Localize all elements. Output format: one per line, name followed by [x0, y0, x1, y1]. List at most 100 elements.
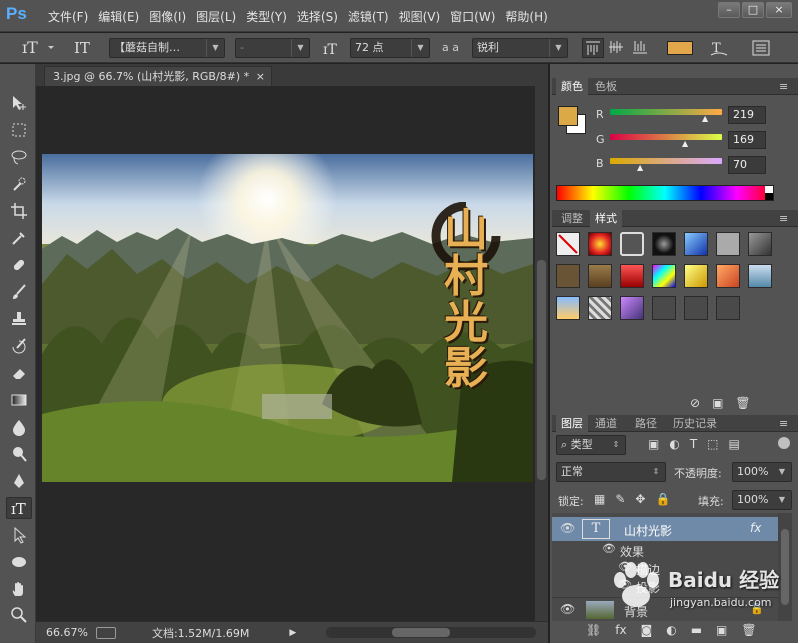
filter-pixel-icon[interactable]: ▣: [648, 437, 659, 451]
pen-tool[interactable]: [6, 470, 32, 492]
menu-type[interactable]: 类型(Y): [242, 8, 291, 25]
layer-name[interactable]: 背景: [624, 603, 648, 620]
font-style-select[interactable]: - ▼: [235, 38, 310, 58]
tab-color[interactable]: 颜色: [556, 78, 588, 95]
document-tab[interactable]: 3.jpg @ 66.7% (山村光影, RGB/8#) * ×: [44, 66, 272, 86]
style-swatch[interactable]: [556, 264, 580, 288]
style-swatch[interactable]: [748, 264, 772, 288]
maximize-button[interactable]: □: [742, 2, 764, 18]
text-layer-overlay[interactable]: 山 村 光 影: [430, 202, 502, 402]
color-spectrum-bar[interactable]: [556, 185, 774, 201]
visibility-eye-icon[interactable]: 👁: [560, 602, 575, 616]
filter-shape-icon[interactable]: ⬚: [707, 437, 718, 451]
lock-pixels-icon[interactable]: ✎: [615, 492, 625, 506]
style-swatch[interactable]: [684, 296, 708, 320]
eyedropper-tool[interactable]: [6, 227, 32, 249]
panel-menu-icon[interactable]: ≡: [774, 210, 793, 227]
lock-position-icon[interactable]: ✥: [635, 492, 645, 506]
visibility-eye-icon[interactable]: 👁: [618, 578, 632, 591]
crop-tool[interactable]: [6, 200, 32, 222]
menu-layer[interactable]: 图层(L): [192, 8, 240, 25]
style-swatch[interactable]: [588, 264, 612, 288]
style-swatch[interactable]: [748, 232, 772, 256]
r-value-input[interactable]: 219: [728, 106, 766, 124]
style-swatch[interactable]: [620, 296, 644, 320]
toggle-orientation-button[interactable]: IT: [70, 37, 94, 57]
filter-type-icon[interactable]: T: [690, 437, 697, 451]
tab-styles[interactable]: 样式: [590, 210, 622, 227]
tool-preset-picker[interactable]: ɪT: [20, 37, 56, 57]
font-size-select[interactable]: 72 点 ▼: [350, 38, 430, 58]
b-slider-track[interactable]: [610, 158, 722, 164]
zoom-level[interactable]: 66.67%: [46, 626, 88, 639]
style-none-swatch[interactable]: [556, 232, 580, 256]
zoom-tool[interactable]: [6, 604, 32, 626]
b-value-input[interactable]: 70: [728, 156, 766, 174]
move-tool[interactable]: [6, 92, 32, 114]
close-button[interactable]: ×: [766, 2, 792, 18]
link-layers-icon[interactable]: ⛓: [586, 623, 601, 637]
clear-style-icon[interactable]: ⊘: [690, 396, 700, 410]
shape-tool[interactable]: [6, 551, 32, 573]
marquee-tool[interactable]: [6, 119, 32, 141]
align-top-button[interactable]: [582, 38, 604, 58]
healing-brush-tool[interactable]: [6, 254, 32, 276]
visibility-eye-icon[interactable]: 👁: [618, 560, 632, 573]
blend-mode-select[interactable]: 正常 ⇕: [556, 462, 666, 482]
menu-select[interactable]: 选择(S): [293, 8, 342, 25]
delete-style-icon[interactable]: 🗑: [735, 396, 750, 410]
layers-scrollbar[interactable]: [778, 513, 792, 621]
tab-paths[interactable]: 路径: [630, 415, 662, 432]
text-color-swatch[interactable]: [667, 41, 693, 55]
eraser-tool[interactable]: [6, 362, 32, 384]
clone-stamp-tool[interactable]: [6, 308, 32, 330]
lock-transparency-icon[interactable]: ▦: [594, 492, 605, 506]
menu-window[interactable]: 窗口(W): [446, 8, 499, 25]
status-toggle-icon[interactable]: [95, 626, 116, 639]
dodge-tool[interactable]: [6, 443, 32, 465]
style-swatch[interactable]: [716, 264, 740, 288]
menu-image[interactable]: 图像(I): [145, 8, 190, 25]
effects-row[interactable]: 👁 效果: [552, 541, 778, 559]
menu-view[interactable]: 视图(V): [395, 8, 445, 25]
panel-menu-icon[interactable]: ≡: [774, 78, 793, 95]
font-family-select[interactable]: 【蘑菇自制… ▼: [109, 38, 225, 58]
style-swatch[interactable]: [684, 232, 708, 256]
align-center-button[interactable]: [606, 38, 628, 58]
brush-tool[interactable]: [6, 281, 32, 303]
horizontal-scrollbar-thumb[interactable]: [392, 628, 450, 637]
tab-layers[interactable]: 图层: [556, 415, 588, 432]
visibility-eye-icon[interactable]: 👁: [602, 542, 616, 555]
delete-layer-icon[interactable]: 🗑: [741, 623, 756, 637]
character-panel-button[interactable]: [750, 38, 772, 58]
fill-input[interactable]: 100% ▼: [732, 490, 792, 510]
close-tab-icon[interactable]: ×: [256, 67, 265, 86]
add-style-icon[interactable]: fx: [615, 623, 626, 637]
layers-scrollbar-thumb[interactable]: [781, 529, 789, 605]
warp-text-button[interactable]: T: [708, 38, 730, 58]
style-swatch[interactable]: [652, 264, 676, 288]
g-slider-thumb-icon[interactable]: ▲: [682, 139, 688, 148]
background-layer-row[interactable]: 👁 背景 🔒: [552, 597, 778, 621]
b-slider-thumb-icon[interactable]: ▲: [637, 163, 643, 172]
adjustment-layer-icon[interactable]: ◐: [666, 623, 676, 637]
quick-select-tool[interactable]: [6, 173, 32, 195]
blur-tool[interactable]: [6, 416, 32, 438]
lasso-tool[interactable]: [6, 146, 32, 168]
g-slider-track[interactable]: [610, 134, 722, 140]
black-white-ramp[interactable]: [765, 186, 773, 200]
style-swatch-selected[interactable]: [620, 232, 644, 256]
status-menu-arrow-icon[interactable]: ▶: [289, 628, 296, 638]
drop-shadow-row[interactable]: 👁 投影: [552, 577, 778, 595]
foreground-color-swatch[interactable]: [558, 106, 578, 126]
menu-filter[interactable]: 滤镜(T): [344, 8, 393, 25]
fx-badge[interactable]: fx: [750, 521, 761, 535]
style-swatch[interactable]: [588, 296, 612, 320]
style-swatch[interactable]: [716, 232, 740, 256]
menu-edit[interactable]: 编辑(E): [94, 8, 143, 25]
tab-adjustments[interactable]: 调整: [556, 210, 588, 227]
style-swatch[interactable]: [716, 296, 740, 320]
style-swatch[interactable]: [620, 264, 644, 288]
style-swatch[interactable]: [684, 264, 708, 288]
panel-menu-icon[interactable]: ≡: [774, 415, 793, 432]
